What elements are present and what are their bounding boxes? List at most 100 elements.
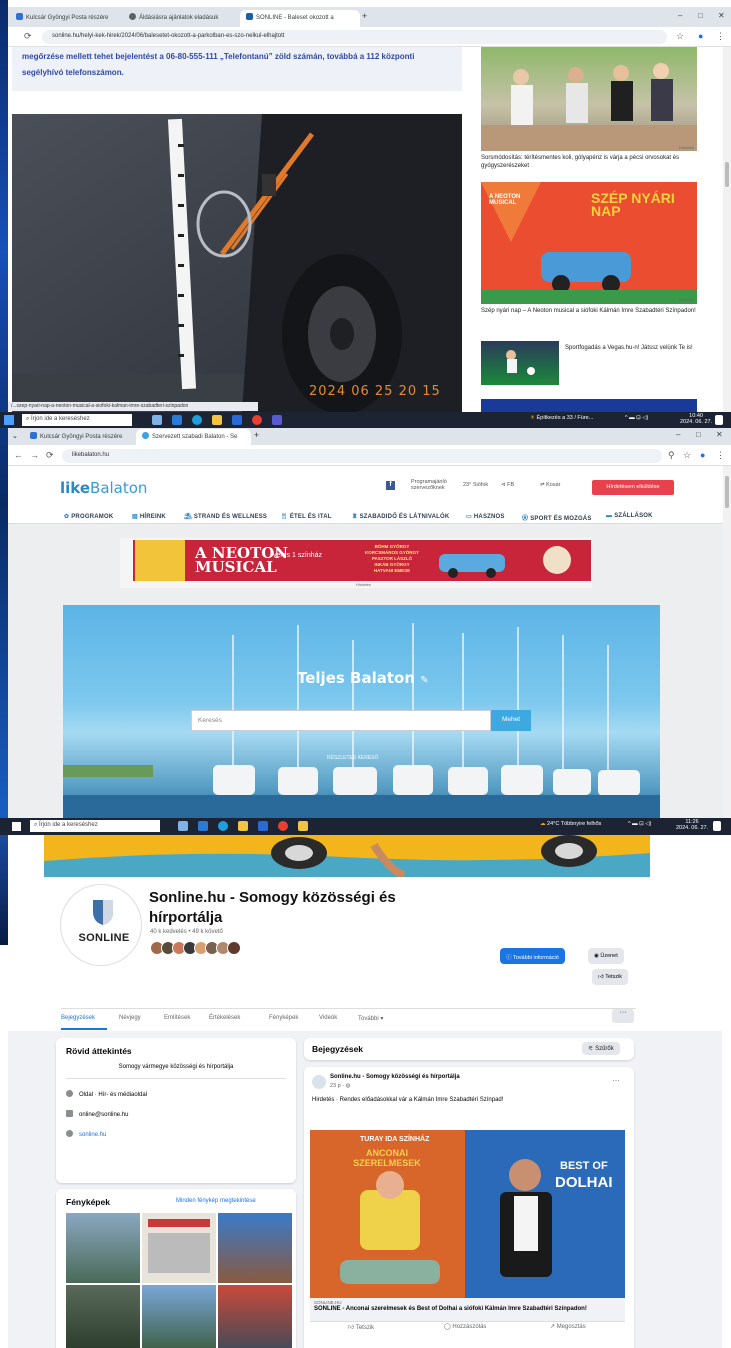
more-info-button[interactable]: ⓘ További információ xyxy=(500,948,565,964)
bookmark-star-icon[interactable]: ☆ xyxy=(683,450,691,461)
tab-2-active[interactable]: Szervezett szabadi Balaton - Se xyxy=(136,429,251,446)
menu-accommodation[interactable]: ▬ SZÁLLÁSOK xyxy=(606,513,653,519)
see-all-photos-link[interactable]: Minden fénykép megtekintése xyxy=(176,1198,256,1204)
search-submit-button[interactable]: Mehet xyxy=(491,710,531,731)
edge-icon[interactable] xyxy=(192,415,202,425)
chrome-icon[interactable] xyxy=(278,821,288,831)
tab-about[interactable]: Névjegy xyxy=(119,1015,141,1021)
header-item-cart[interactable]: ⇌ Kosár xyxy=(540,482,561,488)
tab-videos[interactable]: Videók xyxy=(319,1015,337,1021)
tab-more[interactable]: További ▾ xyxy=(358,1015,383,1022)
task-view-icon[interactable] xyxy=(178,821,188,831)
submit-ad-button[interactable]: Hírdetésem elküldése xyxy=(592,480,674,495)
advanced-search-link[interactable]: RÉSZLETES KERESŐ xyxy=(327,755,378,761)
app-icon[interactable] xyxy=(272,415,282,425)
scrollbar[interactable] xyxy=(723,47,731,412)
minimize-icon[interactable]: – xyxy=(676,430,680,439)
weather-widget[interactable]: ☁ 24°C Többnyire felhős xyxy=(540,821,601,827)
side-ad-caption-2[interactable]: Szép nyári nap – A Neoton musical a sióf… xyxy=(481,307,701,315)
photo-thumb-4[interactable] xyxy=(66,1285,140,1348)
photo-thumb-5[interactable] xyxy=(142,1285,216,1348)
post-author-avatar[interactable] xyxy=(312,1075,326,1089)
notification-icon[interactable] xyxy=(713,821,721,831)
tab-2[interactable]: Áldásiásra ajánlatok eladásuk xyxy=(123,10,238,27)
profile-icon[interactable]: ● xyxy=(698,31,703,41)
mail-icon[interactable] xyxy=(198,821,208,831)
chrome-icon[interactable] xyxy=(252,415,262,425)
menu-leisure[interactable]: ♜ SZABADIDŐ ÉS LÁTNIVALÓK xyxy=(352,513,449,520)
task-view-icon[interactable] xyxy=(152,415,162,425)
menu-food[interactable]: 🍴︎ ÉTEL ÉS ITAL xyxy=(280,513,332,520)
store-icon[interactable] xyxy=(232,415,242,425)
photo-thumb-1[interactable] xyxy=(66,1213,140,1283)
menu-news[interactable]: ▤ HÍREINK xyxy=(132,513,166,520)
site-logo[interactable]: likeBalaton xyxy=(60,479,147,497)
post-more-icon[interactable]: ··· xyxy=(612,1076,620,1085)
intro-email[interactable]: online@sonline.hu xyxy=(66,1110,128,1118)
like-action[interactable]: 👍︎ Tetszik xyxy=(348,1323,374,1331)
share-action[interactable]: ↗ Megosztás xyxy=(550,1323,586,1330)
tab-reviews[interactable]: Értékelések xyxy=(209,1015,240,1021)
followers-count[interactable]: 40 k kedvelés • 49 k követő xyxy=(150,929,223,935)
forward-icon[interactable]: → xyxy=(30,450,39,460)
follower-avatars[interactable] xyxy=(150,941,262,955)
file-explorer-icon[interactable] xyxy=(238,821,248,831)
side-ad-image-next[interactable] xyxy=(481,399,697,412)
scrollbar[interactable] xyxy=(723,466,731,818)
url-field[interactable]: sonline.hu/helyi-kek-hirek/2024/06/bales… xyxy=(42,30,667,44)
notification-icon[interactable] xyxy=(715,415,723,425)
file-explorer-icon[interactable] xyxy=(212,415,222,425)
mail-icon[interactable] xyxy=(172,415,182,425)
page-avatar[interactable]: SONLINE xyxy=(61,885,141,965)
reload-icon[interactable]: ⟳ xyxy=(46,450,54,461)
hero-search-input[interactable]: Keresés xyxy=(191,710,491,731)
reload-icon[interactable]: ⟳ xyxy=(24,31,32,42)
tab-3-active[interactable]: SONLINE - Baleset okozott a xyxy=(240,10,360,27)
taskbar-search-input[interactable]: ⌕ Írjon ide a kereséshez xyxy=(22,414,132,426)
clock[interactable]: 10:40 2024. 06. 27. xyxy=(680,413,712,425)
store-icon[interactable] xyxy=(258,821,268,831)
clock[interactable]: 11:26 2024. 06. 27. xyxy=(676,819,708,831)
menu-programs[interactable]: ✿ PROGRAMOK xyxy=(64,513,113,520)
tray-icons[interactable]: ^ ▬ ⊡ ◁) xyxy=(625,415,648,421)
menu-kebab-icon[interactable]: ⋮ xyxy=(716,31,725,42)
weather-widget[interactable]: ☀ Építkezés a 33 / Füre... xyxy=(530,415,593,421)
cover-photo[interactable] xyxy=(44,835,650,877)
maximize-icon[interactable]: □ xyxy=(696,430,701,439)
more-options-button[interactable]: ··· xyxy=(612,1009,634,1023)
comment-action[interactable]: ◯ Hozzászólás xyxy=(444,1323,486,1330)
notes-icon[interactable] xyxy=(298,821,308,831)
close-window-icon[interactable]: ✕ xyxy=(718,11,725,20)
header-item-organizers[interactable]: Programajánló szervezőknek xyxy=(411,479,456,491)
facebook-icon[interactable]: f xyxy=(386,481,395,490)
url-field[interactable]: likebalaton.hu xyxy=(62,449,662,463)
photo-thumb-2[interactable] xyxy=(142,1213,216,1283)
menu-beach[interactable]: ⛱ STRAND ÉS WELLNESS xyxy=(184,513,267,520)
new-tab-button[interactable]: + xyxy=(252,429,266,446)
side-ad-caption-3[interactable]: Sportfogadás a Vegas.hu-n! Játssz velünk… xyxy=(565,344,715,352)
tab-posts[interactable]: Bejegyzések xyxy=(61,1015,95,1021)
neoton-banner-ad[interactable]: A NEOTON MUSICAL veres 1 színház BÖHM GYÖ… xyxy=(120,538,592,588)
tab-photos[interactable]: Fényképek xyxy=(269,1015,298,1021)
tray-icons[interactable]: ^ ▬ ⊡ ◁) xyxy=(628,821,651,827)
like-page-button[interactable]: 👍︎ Tetszik xyxy=(592,969,628,985)
post-author-name[interactable]: Sonline.hu - Somogy közösségi és hírport… xyxy=(330,1074,460,1080)
message-button[interactable]: ◉ Üzenet xyxy=(588,948,624,964)
post-time[interactable]: 23 p · ◍ xyxy=(330,1083,350,1089)
photo-thumb-6[interactable] xyxy=(218,1285,292,1348)
menu-kebab-icon[interactable]: ⋮ xyxy=(716,450,725,461)
menu-useful[interactable]: ▭ HASZNOS xyxy=(466,513,505,520)
taskbar-search-input[interactable]: ⌕ Írjon ide a kereséshez xyxy=(30,820,160,832)
edge-icon[interactable] xyxy=(218,821,228,831)
side-ad-caption-1[interactable]: Sorsmódosítás: térítésmentes koli, gólya… xyxy=(481,154,701,170)
side-ad-image-neoton[interactable]: SZÉP NYÁRI NAP A NEOTON MUSICAL xyxy=(481,182,697,304)
scrollbar-thumb[interactable] xyxy=(725,162,729,187)
minimize-icon[interactable]: – xyxy=(678,11,682,20)
photo-thumb-3[interactable] xyxy=(218,1213,292,1283)
location-icon[interactable]: ⚲ xyxy=(668,450,675,461)
post-image[interactable]: TURAY IDA SZÍNHÁZ ANCONAI SZERELMESEK BE… xyxy=(310,1130,625,1298)
start-windows-icon[interactable] xyxy=(12,822,21,831)
tab-mentions[interactable]: Említések xyxy=(164,1015,190,1021)
filters-button[interactable]: ⚟ Szűrők xyxy=(582,1042,620,1055)
close-window-icon[interactable]: ✕ xyxy=(716,430,723,439)
